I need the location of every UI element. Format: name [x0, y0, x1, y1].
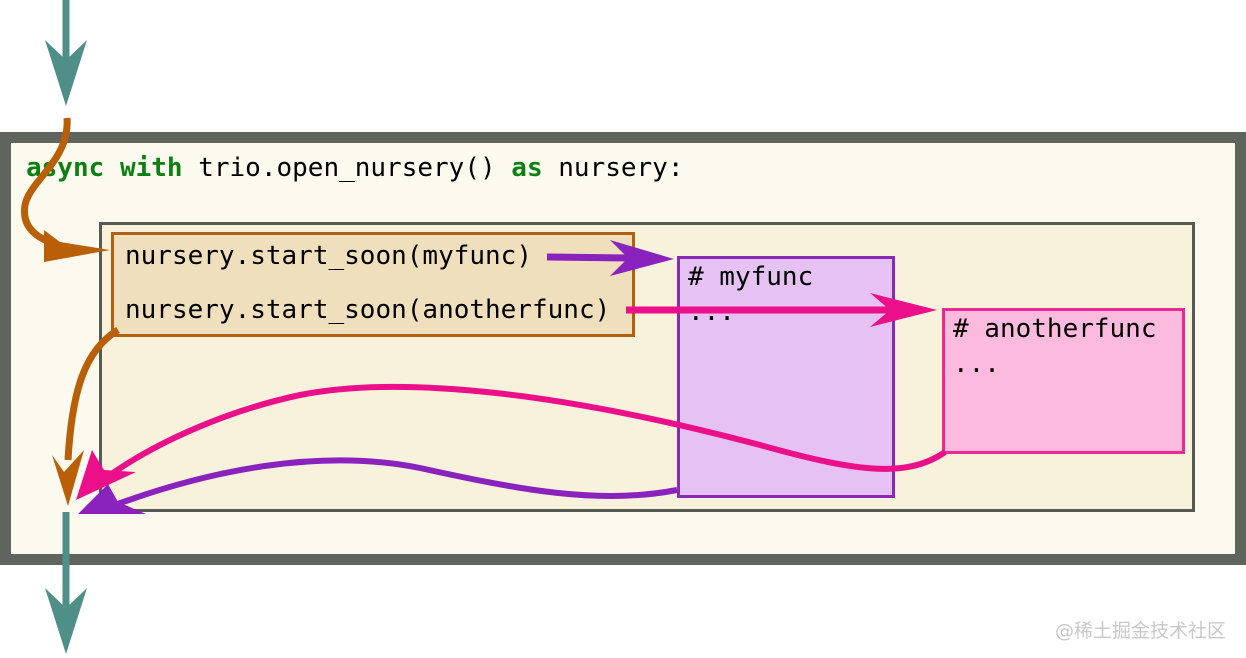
- anotherfunc-body: ...: [953, 349, 1000, 379]
- myfunc-body: ...: [688, 297, 735, 327]
- incoming-flow-arrowhead: [45, 40, 87, 106]
- outgoing-flow-arrowhead: [45, 588, 87, 654]
- watermark: @稀土掘金技术社区: [1054, 620, 1226, 642]
- keyword-as: as: [511, 153, 543, 183]
- keyword-with: with: [119, 153, 183, 183]
- header-line: async with trio.open_nursery() as nurser…: [26, 153, 684, 183]
- nursery-target: nursery:: [558, 153, 684, 183]
- keyword-async: async: [26, 153, 105, 183]
- anotherfunc-title: # anotherfunc: [953, 314, 1157, 344]
- open-nursery-call: trio.open_nursery(): [198, 153, 496, 183]
- myfunc-task-box: [677, 256, 895, 498]
- start-soon-anotherfunc-line: nursery.start_soon(anotherfunc): [125, 295, 611, 325]
- myfunc-title: # myfunc: [688, 262, 814, 292]
- start-soon-myfunc-line: nursery.start_soon(myfunc): [125, 241, 532, 271]
